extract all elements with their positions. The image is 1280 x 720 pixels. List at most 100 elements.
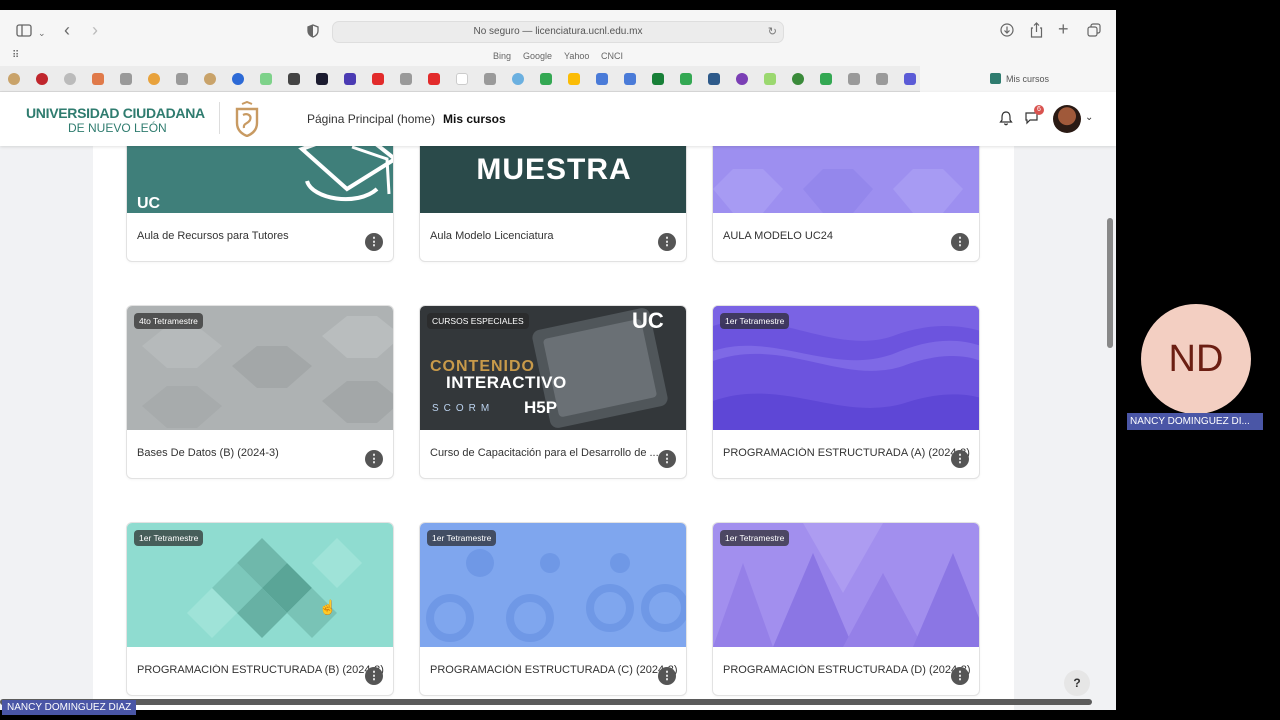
tab-favicon[interactable] (176, 73, 188, 85)
logo-subtext[interactable]: DE NUEVO LEÓN (68, 121, 167, 135)
course-menu-button[interactable]: ⋮ (658, 450, 676, 468)
hexagon-pattern (713, 169, 963, 213)
course-card[interactable]: 1er Tetramestre PROGRAMACIÓN ESTRUCTURAD… (126, 522, 394, 696)
tab-favicon[interactable] (148, 73, 160, 85)
tab-overview-icon[interactable] (1087, 23, 1101, 41)
course-card[interactable]: 1er Tetramestre PROGRAMACIÓN ESTRUCTURAD… (419, 522, 687, 696)
tab-favicon[interactable] (540, 73, 552, 85)
tab-favicon[interactable] (344, 73, 356, 85)
tab-favicon[interactable] (848, 73, 860, 85)
browser-toolbar: ⌄ ‹ › No seguro — licenciatura.ucnl.edu.… (0, 10, 1116, 48)
tab-favicon[interactable] (904, 73, 916, 85)
shield-icon[interactable] (307, 24, 319, 42)
course-title[interactable]: PROGRAMACIÓN ESTRUCTURADA (C) (2024-3) (430, 664, 678, 676)
back-icon[interactable]: ‹ (64, 21, 70, 39)
tab-favicon[interactable] (204, 73, 216, 85)
logo-text[interactable]: UNIVERSIDAD CIUDADANA (26, 105, 205, 121)
tab-favicon[interactable] (288, 73, 300, 85)
tab-favicon[interactable] (708, 73, 720, 85)
course-title[interactable]: Curso de Capacitación para el Desarrollo… (430, 447, 678, 459)
bell-icon[interactable] (999, 110, 1013, 131)
user-avatar[interactable] (1053, 105, 1081, 133)
tab-favicon[interactable] (764, 73, 776, 85)
tab-favicon[interactable] (820, 73, 832, 85)
nav-my-courses-link[interactable]: Mis cursos (443, 112, 506, 126)
tab-favicon[interactable] (456, 73, 468, 85)
course-menu-button[interactable]: ⋮ (658, 233, 676, 251)
course-image: 1er Tetramestre (420, 523, 686, 647)
course-menu-button[interactable]: ⋮ (365, 233, 383, 251)
course-menu-button[interactable]: ⋮ (365, 667, 383, 685)
grid-icon[interactable]: ⠿ (12, 50, 19, 61)
url-text: No seguro — licenciatura.ucnl.edu.mx (473, 26, 643, 37)
tab-favicon[interactable] (260, 73, 272, 85)
tab-favicon[interactable] (568, 73, 580, 85)
course-card[interactable]: CURSOS ESPECIALES CONTENIDO INTERACTIVO … (419, 305, 687, 479)
tab-favicon[interactable] (316, 73, 328, 85)
course-card[interactable]: 4to Tetramestre Bases De Datos (B) (2024… (126, 305, 394, 479)
tab-favicon[interactable] (400, 73, 412, 85)
tab-favicon[interactable] (876, 73, 888, 85)
tab-favicon[interactable] (624, 73, 636, 85)
course-image-text: UC (632, 308, 664, 333)
favorite-link[interactable]: Google (523, 51, 552, 61)
course-menu-button[interactable]: ⋮ (365, 450, 383, 468)
course-menu-button[interactable]: ⋮ (951, 667, 969, 685)
course-image: 1er Tetramestre (713, 523, 979, 647)
tab-favicon[interactable] (8, 73, 20, 85)
favorite-link[interactable]: Bing (493, 51, 511, 61)
tab-favicon[interactable] (512, 73, 524, 85)
favorite-link[interactable]: Yahoo (564, 51, 589, 61)
tab-favicon (990, 73, 1001, 84)
sidebar-toggle-icon[interactable] (16, 24, 32, 41)
tab-favicon[interactable] (92, 73, 104, 85)
reload-icon[interactable]: ↻ (768, 25, 777, 38)
chevron-down-icon[interactable]: ⌄ (1085, 112, 1093, 123)
course-title[interactable]: AULA MODELO UC24 (723, 230, 971, 242)
forward-icon[interactable]: › (92, 21, 98, 39)
nav-home-link[interactable]: Página Principal (home) (307, 112, 435, 126)
tab-strip: Mis cursos (0, 66, 1116, 92)
course-title[interactable]: PROGRAMACIÓN ESTRUCTURADA (A) (2024-3) (723, 447, 971, 459)
course-card[interactable]: 1er Tetramestre PROGRAMACIÓN ESTRUCTURAD… (712, 522, 980, 696)
tab-favicon[interactable] (64, 73, 76, 85)
tab-favicon[interactable] (232, 73, 244, 85)
tab-favicon[interactable] (372, 73, 384, 85)
course-category-badge: 4to Tetramestre (134, 313, 203, 329)
favorite-link[interactable]: CNCI (601, 51, 623, 61)
address-bar[interactable]: No seguro — licenciatura.ucnl.edu.mx ↻ (332, 21, 784, 43)
course-card[interactable]: MUESTRA Aula Modelo Licenciatura ⋮ (419, 146, 687, 262)
course-title[interactable]: Aula de Recursos para Tutores (137, 230, 385, 242)
vertical-scrollbar[interactable] (1107, 218, 1113, 348)
tab-favicon[interactable] (120, 73, 132, 85)
course-card[interactable]: AULA MODELO UC24 ⋮ (712, 146, 980, 262)
course-menu-button[interactable]: ⋮ (951, 233, 969, 251)
active-tab[interactable]: Mis cursos (920, 66, 1116, 92)
tab-favicon[interactable] (484, 73, 496, 85)
course-title[interactable]: Bases De Datos (B) (2024-3) (137, 447, 385, 459)
logo-divider (219, 102, 220, 134)
tab-favicon[interactable] (36, 73, 48, 85)
course-image (713, 146, 979, 213)
course-title[interactable]: PROGRAMACIÓN ESTRUCTURADA (B) (2024-3) (137, 664, 385, 676)
new-tab-icon[interactable]: + (1058, 20, 1069, 38)
course-menu-button[interactable]: ⋮ (658, 667, 676, 685)
course-card[interactable]: 1er Tetramestre PROGRAMACIÓN ESTRUCTURAD… (712, 305, 980, 479)
tab-favicon[interactable] (680, 73, 692, 85)
horizontal-scrollbar[interactable] (0, 699, 1092, 705)
course-menu-button[interactable]: ⋮ (951, 450, 969, 468)
download-icon[interactable] (1000, 23, 1014, 41)
help-button[interactable]: ? (1064, 670, 1090, 696)
tab-favicon[interactable] (792, 73, 804, 85)
tab-favicon[interactable] (736, 73, 748, 85)
tab-favicon[interactable] (596, 73, 608, 85)
course-title[interactable]: Aula Modelo Licenciatura (430, 230, 678, 242)
chevron-down-icon[interactable]: ⌄ (38, 25, 46, 41)
share-icon[interactable] (1030, 22, 1043, 42)
course-image-text: UC (137, 195, 161, 212)
course-title[interactable]: PROGRAMACIÓN ESTRUCTURADA (D) (2024-3) (723, 664, 971, 676)
tab-favicon[interactable] (428, 73, 440, 85)
tab-favicon[interactable] (652, 73, 664, 85)
course-card[interactable]: UC Aula de Recursos para Tutores ⋮ (126, 146, 394, 262)
university-emblem-icon[interactable] (233, 100, 261, 142)
